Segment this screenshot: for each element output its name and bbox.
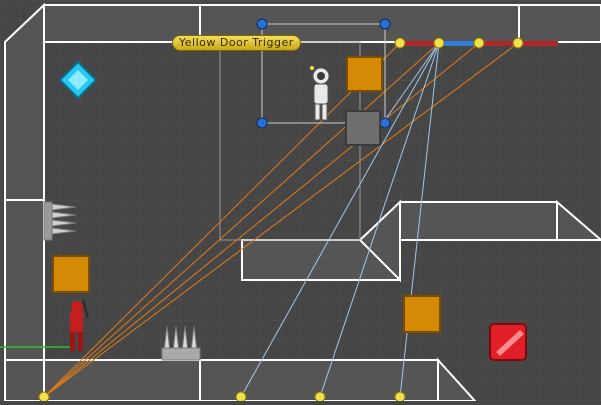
right-block [399, 201, 558, 241]
floor-left [4, 359, 45, 402]
resize-handle-top-left[interactable] [256, 18, 268, 30]
crate[interactable] [346, 56, 383, 92]
resize-handle-top-right[interactable] [379, 18, 391, 30]
trigger-name-label[interactable]: Yellow Door Trigger [172, 35, 301, 51]
link-node[interactable] [433, 37, 445, 49]
resize-handle-bottom-left[interactable] [256, 117, 268, 129]
link-node[interactable] [394, 391, 406, 403]
link-node[interactable] [38, 391, 50, 403]
level-editor-viewport[interactable]: Yellow Door Trigger [0, 0, 601, 403]
link-node[interactable] [512, 37, 524, 49]
link-node[interactable] [394, 37, 406, 49]
link-node[interactable] [314, 391, 326, 403]
scene-canvas[interactable] [0, 0, 601, 403]
left-wall-lower [4, 199, 45, 361]
resize-handle-bottom-right[interactable] [379, 117, 391, 129]
crate[interactable] [52, 255, 90, 293]
red-square-gem-icon[interactable] [489, 323, 527, 361]
link-node[interactable] [235, 391, 247, 403]
link-node[interactable] [473, 37, 485, 49]
grey-block[interactable] [345, 110, 381, 146]
crate[interactable] [403, 295, 441, 333]
